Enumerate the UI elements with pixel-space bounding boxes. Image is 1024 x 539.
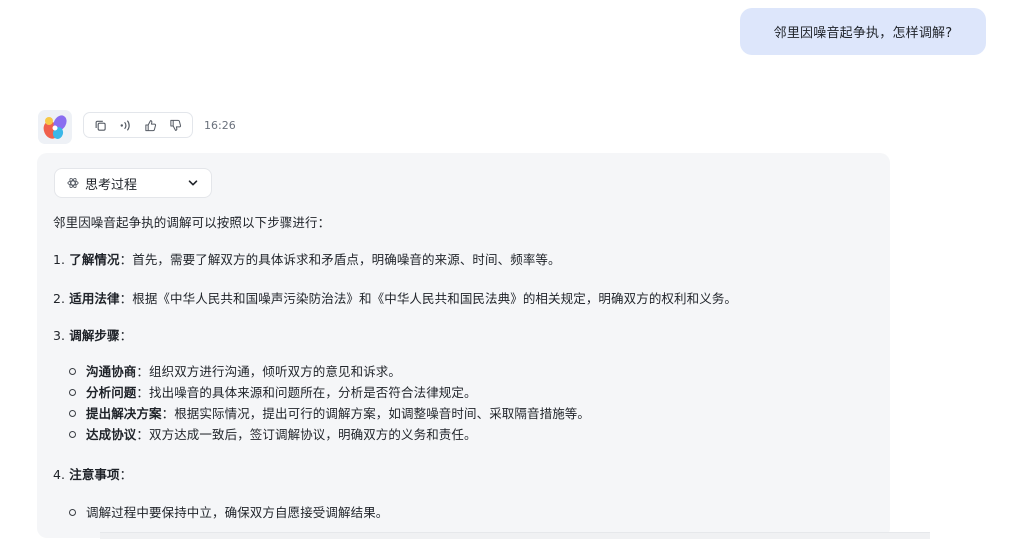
- step-item: 沟通协商：组织双方进行沟通，倾听双方的意见和诉求。: [69, 361, 401, 380]
- message-actions: [83, 112, 193, 138]
- answer-item-4: 4. 注意事项：: [53, 467, 133, 482]
- step-item: 达成协议：双方达成一致后，签订调解协议，明确双方的义务和责任。: [69, 424, 477, 443]
- answer-item-2: 2. 适用法律：根据《中华人民共和国噪声污染防治法》和《中华人民共和国民法典》的…: [53, 291, 738, 306]
- read-aloud-button[interactable]: [116, 115, 136, 135]
- assistant-answer: 思考过程 邻里因噪音起争执的调解可以按照以下步骤进行： 1. 了解情况：首先，需…: [37, 153, 890, 538]
- bullet-icon: [69, 368, 76, 375]
- step-item: 分析问题：找出噪音的具体来源和问题所在，分析是否符合法律规定。: [69, 382, 477, 401]
- thumbs-up-icon: [145, 119, 157, 131]
- user-message-bubble: 邻里因噪音起争执，怎样调解?: [740, 8, 986, 55]
- thumbs-down-icon: [170, 119, 182, 131]
- bullet-icon: [69, 410, 76, 417]
- atom-icon: [67, 177, 79, 189]
- copy-icon: [95, 120, 106, 131]
- thinking-process-toggle[interactable]: 思考过程: [54, 168, 212, 198]
- message-timestamp: 16:26: [204, 119, 236, 132]
- answer-intro: 邻里因噪音起争执的调解可以按照以下步骤进行：: [53, 215, 331, 230]
- speaker-icon: [120, 119, 130, 131]
- like-button[interactable]: [141, 115, 161, 135]
- bullet-icon: [69, 389, 76, 396]
- thinking-process-label: 思考过程: [85, 177, 138, 193]
- assistant-logo-icon: [43, 115, 67, 139]
- dislike-button[interactable]: [166, 115, 186, 135]
- user-message-text: 邻里因噪音起争执，怎样调解?: [773, 26, 953, 41]
- assistant-avatar: [38, 110, 72, 144]
- note-item: 调解过程中要保持中立，确保双方自愿接受调解结果。: [69, 502, 388, 521]
- copy-button[interactable]: [91, 115, 111, 135]
- answer-item-1: 1. 了解情况：首先，需要了解双方的具体诉求和矛盾点，明确噪音的来源、时间、频率…: [53, 252, 561, 267]
- chevron-down-icon: [187, 177, 199, 193]
- bullet-icon: [69, 509, 76, 516]
- answer-item-3: 3. 调解步骤：: [53, 328, 133, 343]
- step-item: 提出解决方案：根据实际情况，提出可行的调解方案，如调整噪音时间、采取隔音措施等。: [69, 403, 590, 422]
- bullet-icon: [69, 431, 76, 438]
